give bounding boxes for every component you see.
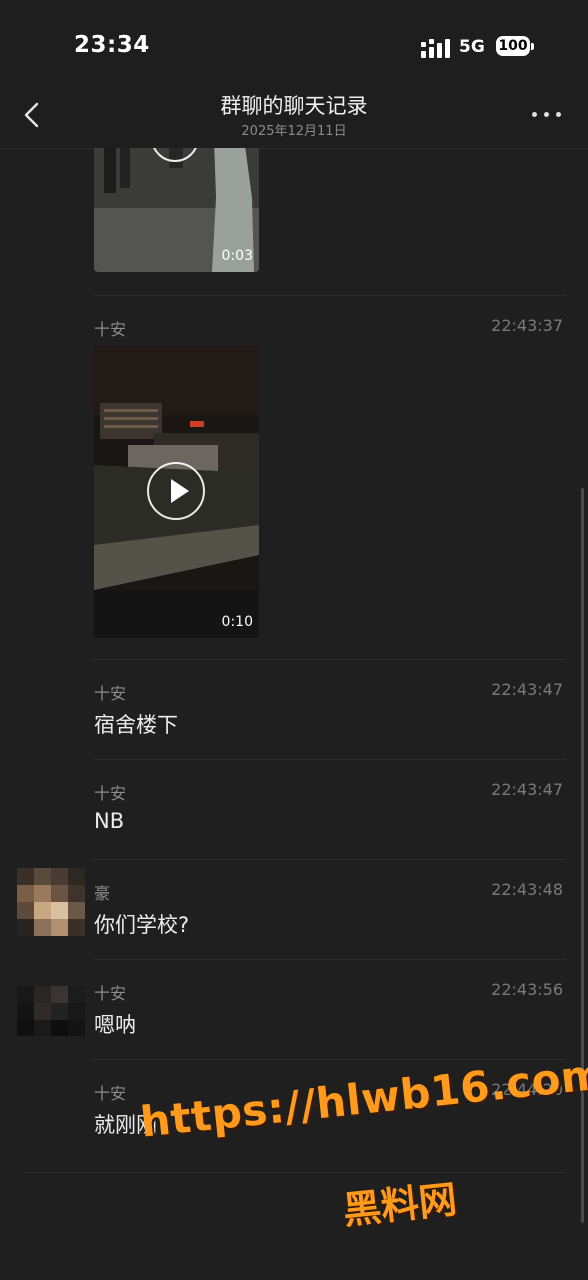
video-duration: 0:03 [221,248,253,264]
page-title: 群聊的聊天记录 [220,94,368,118]
message-text: 你们学校? [94,913,190,937]
sender-name: 十安 [94,1084,127,1103]
list-item: 十安 22:43:56 嗯呐 [0,960,588,1060]
network-type: 5G [459,37,485,57]
message-text: NB [94,809,125,833]
message-time: 22:43:37 [491,316,563,335]
message-text: 嗯呐 [94,1013,136,1037]
message-time: 22:43:47 [491,780,563,799]
message-text: 宿舍楼下 [94,713,178,737]
list-item: 0:03 [0,148,588,296]
video-duration: 0:10 [221,614,253,630]
sender-name: 十安 [94,984,127,1003]
message-time: 22:43:47 [491,680,563,699]
list-item: 豪 22:43:48 你们学校? [0,860,588,960]
avatar[interactable] [17,868,85,936]
list-item: 十安 22:43:47 宿舍楼下 [0,660,588,760]
status-time: 23:34 [74,32,150,58]
nav-bar: 群聊的聊天记录 2025年12月11日 [0,90,588,149]
battery-icon: 100 [496,36,534,58]
message-time: 22:43:56 [491,980,563,999]
status-bar: 23:34 5G 100 [0,0,588,90]
page-subtitle: 2025年12月11日 [241,124,347,139]
play-icon[interactable] [147,462,205,520]
sender-name: 十安 [94,784,127,803]
list-item: 十安 22:43:47 NB [0,760,588,860]
battery-level: 100 [496,36,530,56]
scrollbar[interactable] [581,488,584,1223]
video-thumbnail[interactable]: 0:03 [94,148,259,272]
sender-name: 豪 [94,884,111,903]
sender-name: 十安 [94,684,127,703]
list-item: 十安 22:43:37 0:10 [0,296,588,660]
signal-icon [421,39,450,58]
more-dots-icon[interactable] [530,110,564,122]
divider [24,1172,566,1173]
avatar[interactable] [17,986,85,1036]
message-time: 22:43:48 [491,880,563,899]
sender-name: 十安 [94,320,127,339]
video-thumbnail[interactable]: 0:10 [94,345,259,638]
